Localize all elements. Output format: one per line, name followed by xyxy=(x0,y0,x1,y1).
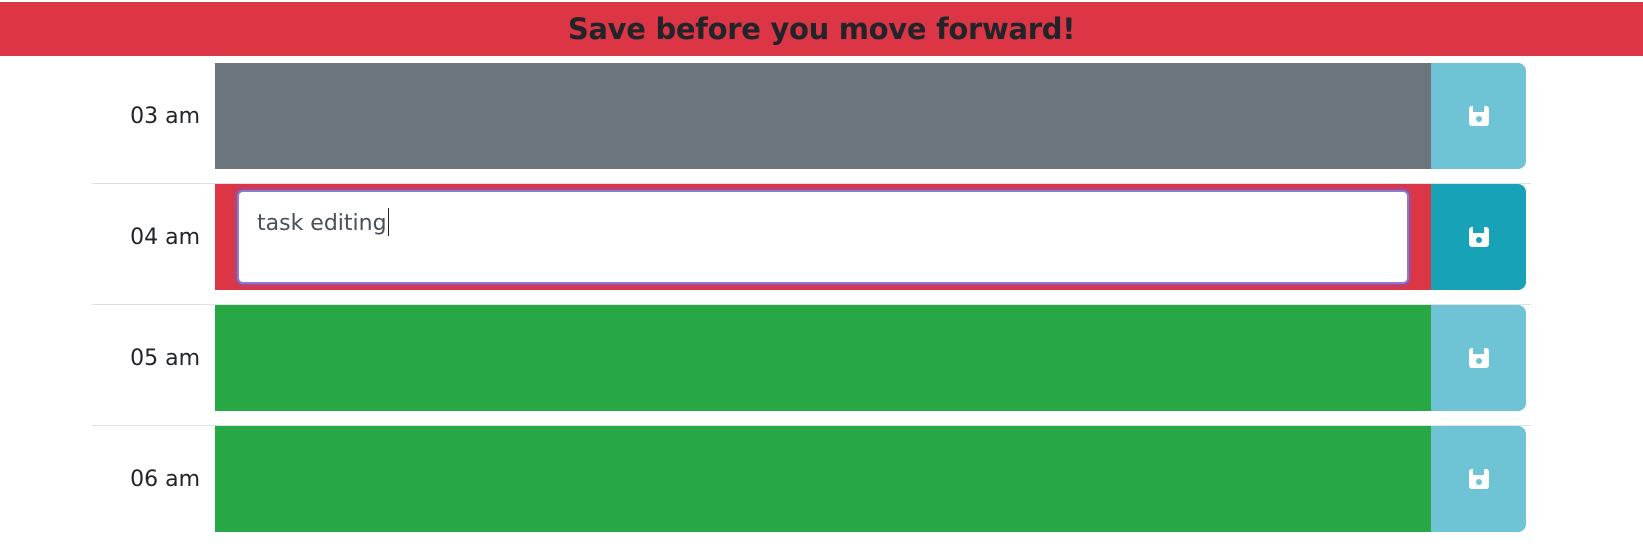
hour-label: 06 am xyxy=(130,466,200,492)
task-textarea[interactable] xyxy=(215,305,1431,411)
time-block-row: 05 am xyxy=(92,305,1531,426)
hour-label: 05 am xyxy=(130,345,200,371)
floppy-disk-icon xyxy=(1468,469,1489,489)
alert-text: Save before you move forward! xyxy=(567,12,1076,46)
task-textarea[interactable]: task editing xyxy=(237,190,1409,284)
time-block-row: 03 am xyxy=(92,63,1531,184)
floppy-disk-icon xyxy=(1468,106,1489,126)
time-block-row: 04 am task editing xyxy=(92,184,1531,305)
save-button[interactable] xyxy=(1431,305,1526,411)
time-block-row: 06 am xyxy=(92,426,1531,546)
hour-label: 03 am xyxy=(130,103,200,129)
floppy-disk-icon xyxy=(1468,348,1489,368)
save-button[interactable] xyxy=(1431,63,1526,169)
task-block-current: task editing xyxy=(215,184,1431,290)
hour-label: 04 am xyxy=(130,224,200,250)
save-button[interactable] xyxy=(1431,184,1526,290)
floppy-disk-icon xyxy=(1468,227,1489,247)
save-button[interactable] xyxy=(1431,426,1526,532)
task-textarea[interactable] xyxy=(215,63,1431,169)
task-text: task editing xyxy=(257,211,387,236)
save-alert-banner: Save before you move forward! xyxy=(0,2,1643,56)
task-textarea[interactable] xyxy=(215,426,1431,532)
schedule-list: 03 am 04 am task editing 05 am 06 am xyxy=(92,63,1531,546)
text-caret xyxy=(387,208,389,236)
